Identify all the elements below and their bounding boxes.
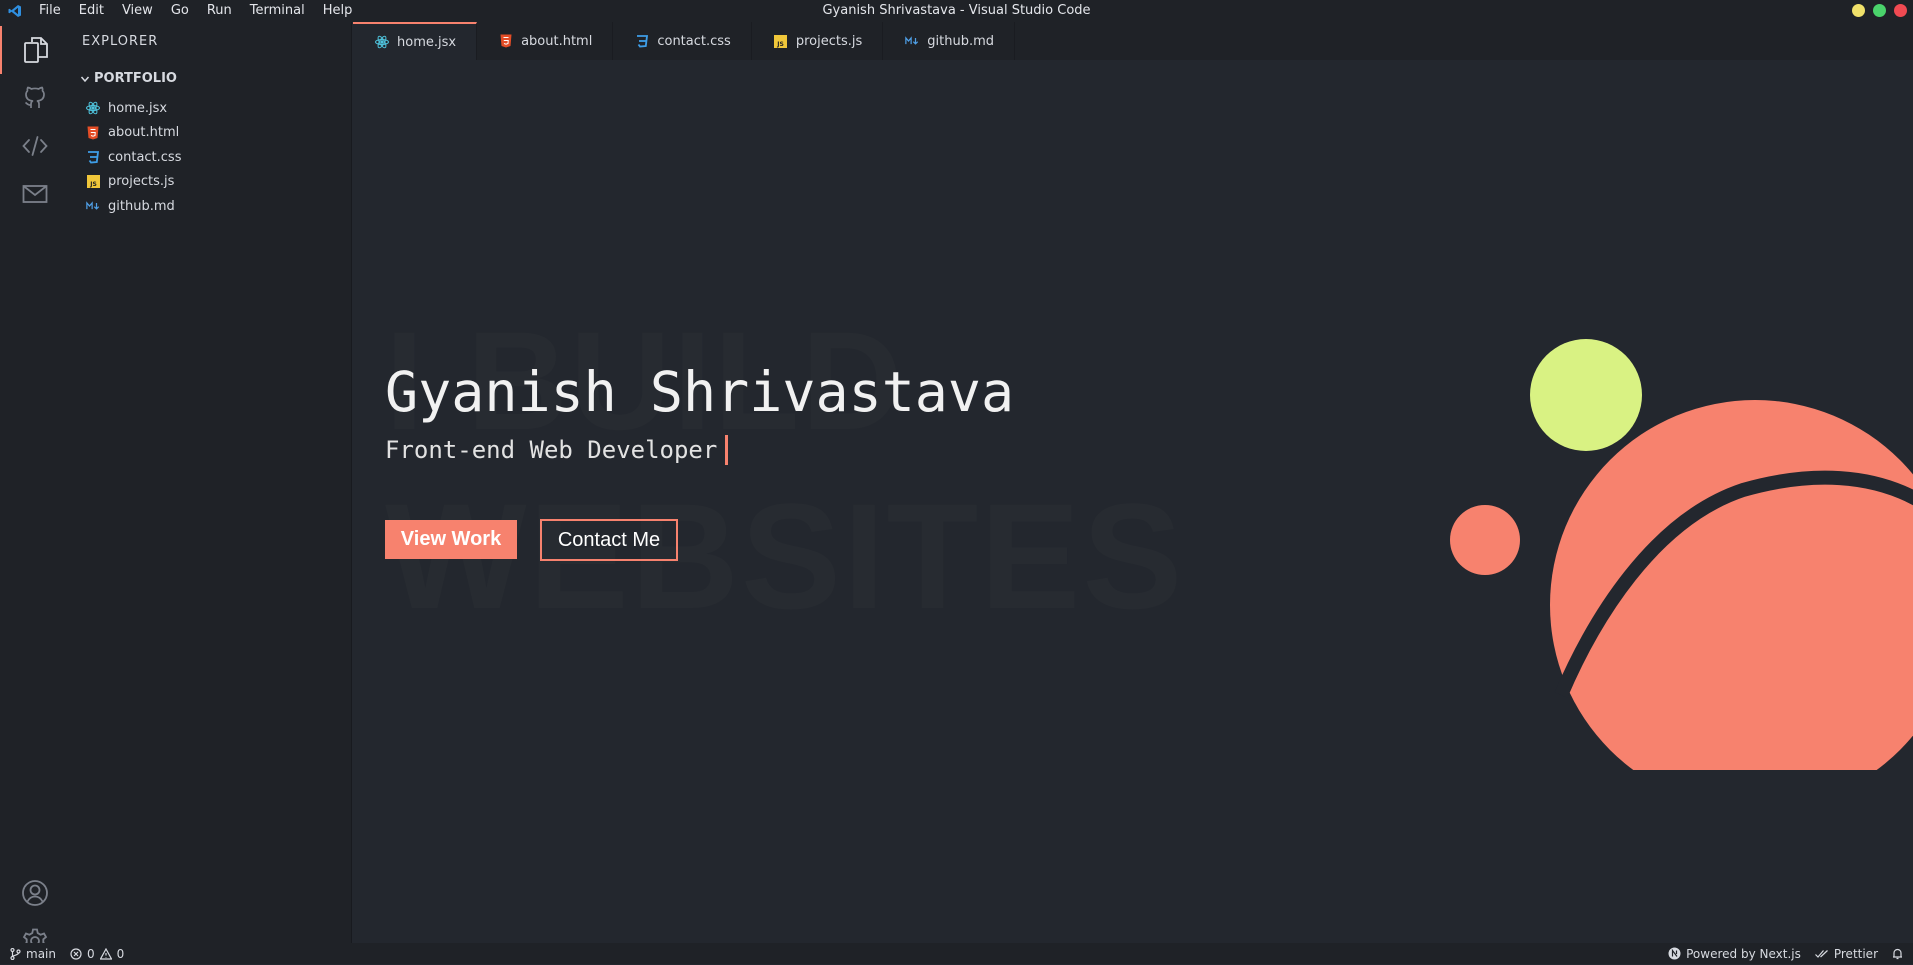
file-label: github.md bbox=[108, 198, 175, 214]
title-bar: File Edit View Go Run Terminal Help Gyan… bbox=[0, 0, 1913, 22]
folder-portfolio[interactable]: PORTFOLIO bbox=[80, 71, 177, 86]
activity-account[interactable] bbox=[0, 869, 70, 917]
menu-bar: File Edit View Go Run Terminal Help bbox=[30, 0, 361, 22]
tab-label: home.jsx bbox=[397, 34, 457, 50]
activity-code[interactable] bbox=[0, 122, 70, 170]
markdown-icon bbox=[86, 199, 100, 213]
explorer-title: EXPLORER bbox=[82, 34, 159, 49]
typing-cursor bbox=[725, 435, 729, 465]
nextjs-icon bbox=[1668, 947, 1681, 960]
git-branch-icon bbox=[10, 947, 21, 960]
branch-indicator[interactable]: main bbox=[10, 947, 56, 961]
tab-label: contact.css bbox=[657, 33, 731, 49]
hero-role-text: Front-end Web Developer bbox=[385, 436, 718, 464]
github-icon bbox=[24, 86, 45, 108]
error-count: 0 bbox=[86, 946, 95, 961]
large-coral-circle bbox=[1550, 400, 1913, 770]
view-work-button[interactable]: View Work bbox=[385, 520, 517, 559]
html-icon bbox=[86, 126, 100, 140]
status-left: main 0 0 bbox=[10, 943, 124, 964]
file-item-github[interactable]: github.md bbox=[86, 194, 181, 219]
svg-text:JS: JS bbox=[89, 181, 97, 188]
error-icon bbox=[70, 947, 82, 960]
explorer-icon bbox=[24, 37, 48, 63]
tab-projects[interactable]: JS projects.js bbox=[752, 22, 884, 60]
warning-icon bbox=[99, 947, 112, 960]
chevron-down-icon bbox=[80, 76, 90, 82]
react-icon bbox=[86, 101, 100, 115]
explorer-sidebar: EXPLORER PORTFOLIO home.jsx about.html c… bbox=[70, 22, 352, 943]
file-item-about[interactable]: about.html bbox=[86, 121, 181, 146]
menu-file[interactable]: File bbox=[30, 0, 70, 22]
file-list: home.jsx about.html contact.css JS proje… bbox=[86, 96, 181, 219]
minimize-button[interactable] bbox=[1852, 4, 1865, 17]
mail-icon bbox=[22, 185, 48, 203]
css-icon bbox=[635, 34, 649, 48]
react-icon bbox=[375, 35, 389, 49]
tab-label: about.html bbox=[521, 33, 593, 49]
branch-name: main bbox=[26, 946, 56, 961]
code-icon bbox=[22, 136, 48, 156]
close-button[interactable] bbox=[1894, 4, 1907, 17]
activity-github[interactable] bbox=[0, 74, 70, 122]
hero-illustration bbox=[1450, 339, 1913, 770]
folder-label: PORTFOLIO bbox=[94, 71, 177, 86]
contact-me-button[interactable]: Contact Me bbox=[540, 519, 678, 561]
tab-home[interactable]: home.jsx bbox=[353, 22, 478, 60]
file-label: contact.css bbox=[108, 149, 182, 165]
tab-github[interactable]: github.md bbox=[883, 22, 1015, 60]
markdown-icon bbox=[905, 34, 919, 48]
notifications-button[interactable] bbox=[1892, 948, 1903, 960]
file-item-projects[interactable]: JS projects.js bbox=[86, 170, 181, 195]
hero-role: Front-end Web Developer bbox=[385, 435, 729, 465]
status-right: Powered by Next.js Prettier bbox=[1668, 943, 1903, 964]
account-icon bbox=[22, 880, 48, 906]
tab-label: projects.js bbox=[795, 33, 863, 49]
svg-text:JS: JS bbox=[777, 41, 785, 48]
powered-by-nextjs[interactable]: Powered by Next.js bbox=[1668, 947, 1801, 961]
html-icon bbox=[499, 34, 513, 48]
menu-run[interactable]: Run bbox=[198, 0, 241, 22]
menu-help[interactable]: Help bbox=[314, 0, 362, 22]
small-coral-circle bbox=[1450, 505, 1520, 575]
hero-name: Gyanish Shrivastava bbox=[385, 360, 1015, 424]
maximize-button[interactable] bbox=[1873, 4, 1886, 17]
tab-about[interactable]: about.html bbox=[477, 22, 614, 60]
activity-explorer[interactable] bbox=[0, 26, 70, 74]
file-label: projects.js bbox=[108, 174, 175, 190]
editor-tabs: home.jsx about.html contact.css JS proje… bbox=[353, 22, 1913, 60]
bell-icon bbox=[1893, 948, 1902, 959]
activity-mail[interactable] bbox=[0, 170, 70, 218]
warning-count: 0 bbox=[116, 946, 125, 961]
vscode-logo-icon bbox=[0, 0, 30, 22]
tab-label: github.md bbox=[927, 33, 994, 49]
check-double-icon bbox=[1814, 949, 1828, 958]
menu-go[interactable]: Go bbox=[162, 0, 198, 22]
powered-label: Powered by Next.js bbox=[1686, 946, 1801, 961]
problems-indicator[interactable]: 0 0 bbox=[70, 947, 124, 961]
lime-circle bbox=[1530, 339, 1642, 451]
activity-bar bbox=[0, 22, 70, 954]
js-icon: JS bbox=[86, 175, 100, 189]
prettier-label: Prettier bbox=[1833, 946, 1878, 961]
prettier-status[interactable]: Prettier bbox=[1814, 946, 1878, 961]
menu-view[interactable]: View bbox=[113, 0, 162, 22]
tab-contact[interactable]: contact.css bbox=[613, 22, 752, 60]
editor-area: I BUILD WEBSITES Gyanish Shrivastava Fro… bbox=[353, 60, 1913, 943]
file-label: home.jsx bbox=[108, 100, 168, 116]
window-controls bbox=[1852, 4, 1907, 17]
file-label: about.html bbox=[108, 125, 180, 141]
menu-terminal[interactable]: Terminal bbox=[241, 0, 314, 22]
file-item-home[interactable]: home.jsx bbox=[86, 96, 181, 121]
file-item-contact[interactable]: contact.css bbox=[86, 145, 181, 170]
menu-edit[interactable]: Edit bbox=[70, 0, 113, 22]
css-icon bbox=[86, 150, 100, 164]
js-icon: JS bbox=[774, 34, 788, 48]
status-bar: main 0 0 Powered by Next.js Prettier bbox=[0, 943, 1913, 964]
